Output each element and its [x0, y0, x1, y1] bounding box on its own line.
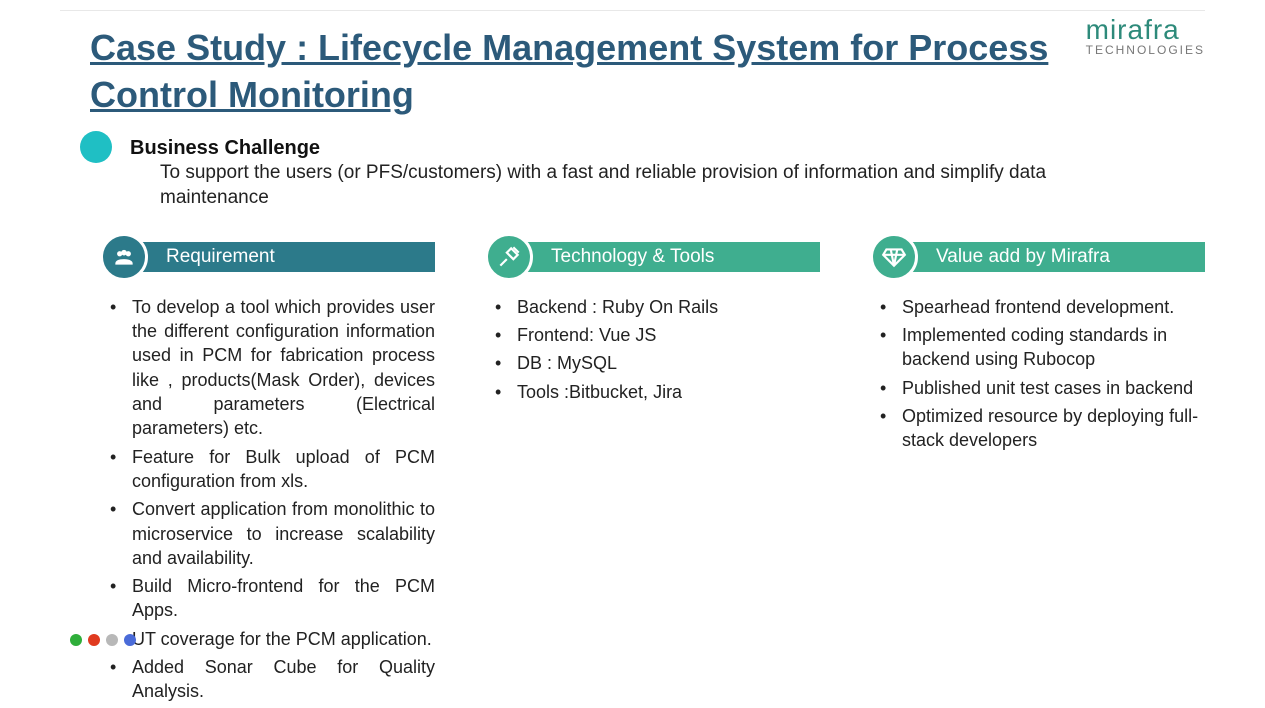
list-item: Implemented coding standards in backend …: [878, 323, 1205, 372]
colhead-value-label: Value add by Mirafra: [936, 246, 1110, 268]
colhead-requirement-label: Requirement: [166, 246, 275, 268]
diamond-icon: [870, 233, 918, 281]
challenge-bullet-icon: [80, 131, 112, 163]
business-challenge: Business Challenge To support the users …: [90, 137, 1205, 211]
dot-grey: [106, 634, 118, 646]
challenge-label: Business Challenge: [130, 137, 1205, 160]
footer-dots: [70, 634, 136, 646]
list-item: DB : MySQL: [493, 351, 820, 375]
list-item: Added Sonar Cube for Quality Analysis.: [108, 655, 435, 704]
list-item: To develop a tool which provides user th…: [108, 295, 435, 441]
technology-list: Backend : Ruby On Rails Frontend: Vue JS D…: [475, 295, 820, 404]
top-rule: [60, 10, 1205, 11]
list-item: UT coverage for the PCM application.: [108, 627, 435, 651]
value-list: Spearhead frontend development. Implement…: [860, 295, 1205, 453]
list-item: Spearhead frontend development.: [878, 295, 1205, 319]
dot-red: [88, 634, 100, 646]
dot-blue: [124, 634, 136, 646]
col-value: Value add by Mirafra Spearhead frontend …: [860, 237, 1205, 708]
list-item: Feature for Bulk upload of PCM configura…: [108, 445, 435, 494]
columns: Requirement To develop a tool which prov…: [90, 237, 1205, 708]
col-requirement: Requirement To develop a tool which prov…: [90, 237, 435, 708]
brand-sub: TECHNOLOGIES: [1086, 44, 1205, 56]
page-title: Case Study : Lifecycle Management System…: [90, 25, 1090, 119]
brand-logo: mirafra TECHNOLOGIES: [1086, 16, 1205, 56]
colhead-technology: Technology & Tools: [475, 237, 820, 277]
challenge-desc: To support the users (or PFS/customers) …: [160, 160, 1100, 211]
list-item: Convert application from monolithic to m…: [108, 497, 435, 570]
list-item: Published unit test cases in backend: [878, 376, 1205, 400]
list-item: Tools :Bitbucket, Jira: [493, 380, 820, 404]
dot-green: [70, 634, 82, 646]
col-technology: Technology & Tools Backend : Ruby On Rai…: [475, 237, 820, 708]
list-item: Backend : Ruby On Rails: [493, 295, 820, 319]
requirement-list: To develop a tool which provides user th…: [90, 295, 435, 704]
people-icon: [100, 233, 148, 281]
brand-name: mirafra: [1086, 16, 1205, 44]
list-item: Build Micro-frontend for the PCM Apps.: [108, 574, 435, 623]
colhead-value: Value add by Mirafra: [860, 237, 1205, 277]
list-item: Frontend: Vue JS: [493, 323, 820, 347]
colhead-technology-label: Technology & Tools: [551, 246, 714, 268]
list-item: Optimized resource by deploying full-sta…: [878, 404, 1205, 453]
colhead-requirement: Requirement: [90, 237, 435, 277]
tools-icon: [485, 233, 533, 281]
